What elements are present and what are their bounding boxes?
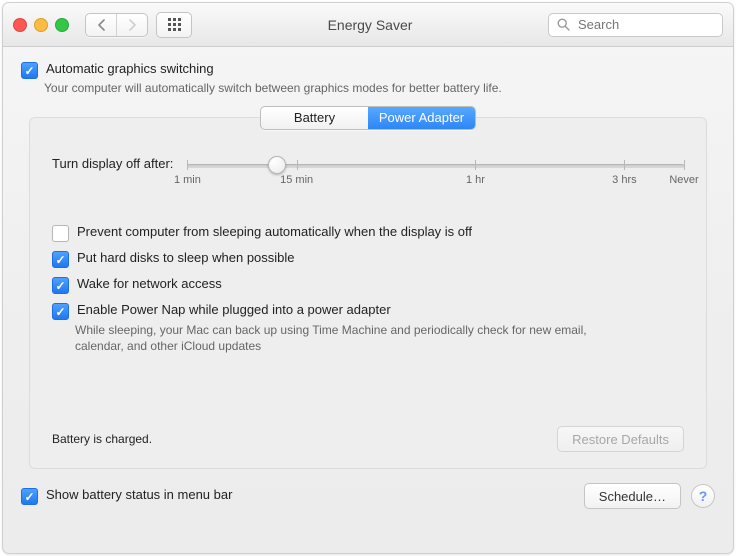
window-controls bbox=[13, 18, 69, 32]
slider-tick bbox=[475, 160, 476, 170]
slider-tick-label: 15 min bbox=[280, 174, 313, 186]
help-button[interactable]: ? bbox=[691, 484, 715, 508]
wake-network-label: Wake for network access bbox=[77, 276, 222, 291]
power-nap-checkbox[interactable] bbox=[52, 303, 69, 320]
power-source-tabs: Battery Power Adapter bbox=[260, 106, 476, 130]
close-window-button[interactable] bbox=[13, 18, 27, 32]
slider-tick-label: 1 min bbox=[174, 174, 201, 186]
search-icon bbox=[557, 18, 570, 31]
slider-tick bbox=[297, 160, 298, 170]
display-sleep-slider[interactable]: 1 min 15 min 1 hr 3 hrs Never bbox=[187, 158, 684, 198]
slider-tick-label: 1 hr bbox=[466, 174, 485, 186]
tab-power-adapter[interactable]: Power Adapter bbox=[368, 107, 475, 129]
automatic-graphics-switching-hint: Your computer will automatically switch … bbox=[44, 81, 715, 95]
chevron-left-icon bbox=[97, 19, 106, 31]
forward-button[interactable] bbox=[116, 14, 147, 36]
automatic-graphics-switching-checkbox[interactable] bbox=[21, 62, 38, 79]
prevent-sleep-row: Prevent computer from sleeping automatic… bbox=[52, 224, 684, 242]
restore-defaults-button[interactable]: Restore Defaults bbox=[557, 426, 684, 452]
slider-tick-label: Never bbox=[669, 174, 698, 186]
hd-sleep-label: Put hard disks to sleep when possible bbox=[77, 250, 295, 265]
back-button[interactable] bbox=[86, 14, 116, 36]
hd-sleep-row: Put hard disks to sleep when possible bbox=[52, 250, 684, 268]
slider-tick bbox=[684, 160, 685, 170]
settings-panel: Battery Power Adapter Turn display off a… bbox=[29, 117, 707, 469]
display-sleep-row: Turn display off after: 1 min 15 min 1 h… bbox=[52, 156, 684, 198]
hd-sleep-checkbox[interactable] bbox=[52, 251, 69, 268]
display-sleep-label: Turn display off after: bbox=[52, 156, 173, 171]
power-nap-hint: While sleeping, your Mac can back up usi… bbox=[75, 322, 635, 354]
content-area: Automatic graphics switching Your comput… bbox=[3, 47, 733, 469]
prevent-sleep-checkbox[interactable] bbox=[52, 225, 69, 242]
bottom-row: Show battery status in menu bar Schedule… bbox=[3, 469, 733, 509]
wake-network-checkbox[interactable] bbox=[52, 277, 69, 294]
zoom-window-button[interactable] bbox=[55, 18, 69, 32]
schedule-button[interactable]: Schedule… bbox=[584, 483, 681, 509]
search-field[interactable] bbox=[548, 13, 723, 37]
bottom-right-controls: Schedule… ? bbox=[584, 483, 715, 509]
options-list: Prevent computer from sleeping automatic… bbox=[52, 224, 684, 354]
slider-tick bbox=[187, 160, 188, 170]
menu-bar-status-checkbox[interactable] bbox=[21, 488, 38, 505]
menu-bar-status-label: Show battery status in menu bar bbox=[46, 487, 232, 502]
prevent-sleep-label: Prevent computer from sleeping automatic… bbox=[77, 224, 472, 239]
search-input[interactable] bbox=[576, 16, 714, 33]
battery-status-text: Battery is charged. bbox=[52, 432, 152, 446]
slider-tick bbox=[624, 160, 625, 170]
automatic-graphics-switching-label: Automatic graphics switching bbox=[46, 61, 214, 76]
energy-saver-window: Energy Saver Automatic graphics switchin… bbox=[2, 2, 734, 554]
slider-track bbox=[187, 164, 684, 168]
minimize-window-button[interactable] bbox=[34, 18, 48, 32]
wake-network-row: Wake for network access bbox=[52, 276, 684, 294]
power-nap-row: Enable Power Nap while plugged into a po… bbox=[52, 302, 684, 320]
show-all-button[interactable] bbox=[156, 12, 192, 38]
panel-footer: Battery is charged. Restore Defaults bbox=[52, 426, 684, 452]
help-icon: ? bbox=[699, 488, 708, 504]
power-nap-label: Enable Power Nap while plugged into a po… bbox=[77, 302, 391, 317]
automatic-graphics-switching-row: Automatic graphics switching bbox=[21, 61, 715, 79]
slider-knob[interactable] bbox=[268, 156, 286, 174]
tab-battery[interactable]: Battery bbox=[261, 107, 368, 129]
nav-back-forward bbox=[85, 13, 148, 37]
chevron-right-icon bbox=[128, 19, 137, 31]
menu-bar-status-row: Show battery status in menu bar bbox=[21, 487, 232, 505]
titlebar: Energy Saver bbox=[3, 3, 733, 47]
grid-icon bbox=[168, 18, 181, 31]
window-title: Energy Saver bbox=[200, 17, 540, 33]
slider-tick-label: 3 hrs bbox=[612, 174, 636, 186]
